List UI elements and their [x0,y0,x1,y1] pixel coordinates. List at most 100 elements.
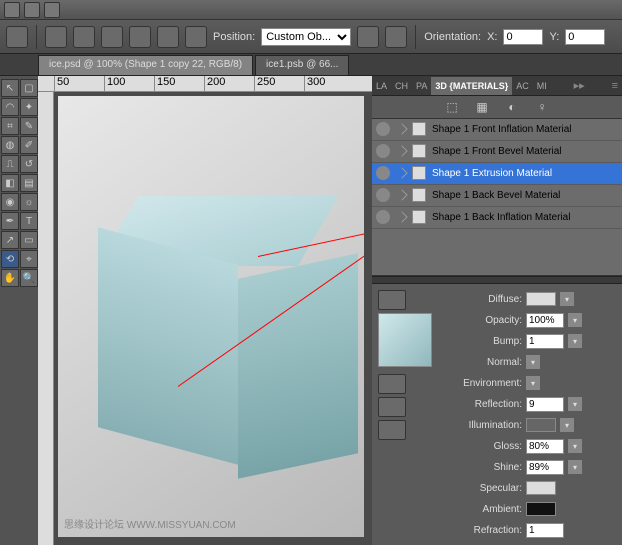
tab-actions[interactable]: AC [512,77,533,95]
material-name: Shape 1 Back Inflation Material [432,212,570,223]
texture-menu-icon[interactable]: ▾ [568,334,582,348]
material-picker-icon[interactable] [378,290,406,310]
tab-layers[interactable]: LA [372,77,391,95]
y-input[interactable] [565,29,605,45]
expand-icon[interactable] [396,124,407,135]
shine-label: Shine: [444,462,522,473]
bump-input[interactable] [526,334,564,349]
marquee-tool[interactable]: ▢ [20,79,38,97]
slide-icon[interactable] [157,26,179,48]
bump-label: Bump: [444,336,522,347]
move-tool[interactable]: ↖ [1,79,19,97]
tab-channels[interactable]: CH [391,77,412,95]
material-drop-icon[interactable] [378,374,406,394]
healing-tool[interactable]: ◍ [1,136,19,154]
blur-tool[interactable]: ◉ [1,193,19,211]
3d-rotate-tool[interactable]: ⟲ [1,250,19,268]
zoom-tool[interactable]: 🔍 [20,269,38,287]
texture-menu-icon[interactable]: ▾ [526,355,540,369]
3d-object-icon[interactable] [6,26,28,48]
texture-menu-icon[interactable]: ▾ [568,397,582,411]
roll-icon[interactable] [101,26,123,48]
illumination-swatch[interactable] [526,418,556,432]
home-icon[interactable] [45,26,67,48]
gloss-input[interactable] [526,439,564,454]
visibility-icon[interactable] [376,188,390,202]
illumination-label: Illumination: [444,420,522,431]
dodge-tool[interactable]: ☼ [20,193,38,211]
tab-ice-psd[interactable]: ice.psd @ 100% (Shape 1 copy 22, RGB/8) [38,55,253,75]
pen-tool[interactable]: ✒ [1,212,19,230]
material-properties: Diffuse:▾ Opacity:▾ Bump:▾ Normal:▾ Envi… [372,284,622,545]
light-filter-icon[interactable]: ♀ [534,99,550,115]
panel-menu-icon[interactable]: ≡ [608,80,622,92]
x-input[interactable] [503,29,543,45]
visibility-icon[interactable] [376,166,390,180]
diffuse-swatch[interactable] [526,292,556,306]
texture-menu-icon[interactable]: ▾ [526,376,540,390]
app-icon[interactable] [4,2,20,18]
texture-menu-icon[interactable]: ▾ [560,418,574,432]
gloss-label: Gloss: [444,441,522,452]
rotate-icon[interactable] [73,26,95,48]
position-dropdown[interactable]: Custom Ob... [261,28,351,46]
scale-icon[interactable] [185,26,207,48]
expand-icon[interactable] [396,190,407,201]
visibility-icon[interactable] [376,122,390,136]
tab-ice1-psb[interactable]: ice1.psb @ 66... [255,55,349,75]
shine-input[interactable] [526,460,564,475]
eraser-tool[interactable]: ◧ [1,174,19,192]
scene-filter-icon[interactable]: ⬚ [444,99,460,115]
save-icon[interactable] [357,26,379,48]
material-row[interactable]: Shape 1 Back Bevel Material [372,185,622,207]
opacity-label: Opacity: [444,315,522,326]
ambient-swatch[interactable] [526,502,556,516]
reflection-input[interactable] [526,397,564,412]
stamp-tool[interactable]: ⎍ [1,155,19,173]
material-load-icon[interactable] [378,397,406,417]
eyedropper-tool[interactable]: ✎ [20,117,38,135]
panel-overflow-icon[interactable]: ▸▸ [570,79,589,92]
hand-tool[interactable]: ✋ [1,269,19,287]
3d-camera-tool[interactable]: ⌖ [20,250,38,268]
material-row[interactable]: Shape 1 Front Inflation Material [372,119,622,141]
material-row[interactable]: Shape 1 Back Inflation Material [372,207,622,229]
pan-icon[interactable] [129,26,151,48]
material-select-icon[interactable] [378,420,406,440]
tab-3d-materials[interactable]: 3D {MATERIALS} [431,77,512,95]
texture-menu-icon[interactable]: ▾ [568,460,582,474]
material-filter-icon[interactable]: ◐ [504,99,520,115]
visibility-icon[interactable] [376,144,390,158]
gradient-tool[interactable]: ▤ [20,174,38,192]
path-tool[interactable]: ↗ [1,231,19,249]
canvas[interactable]: 思缘设计论坛 WWW.MISSYUAN.COM [58,96,364,537]
expand-icon[interactable] [396,146,407,157]
crop-tool[interactable]: ⌗ [1,117,19,135]
lasso-tool[interactable]: ◠ [1,98,19,116]
normal-label: Normal: [444,357,522,368]
opacity-input[interactable] [526,313,564,328]
texture-menu-icon[interactable]: ▾ [560,292,574,306]
delete-icon[interactable] [385,26,407,48]
visibility-icon[interactable] [376,210,390,224]
type-tool[interactable]: T [20,212,38,230]
brush-tool[interactable]: ✐ [20,136,38,154]
expand-icon[interactable] [396,212,407,223]
texture-menu-icon[interactable]: ▾ [568,439,582,453]
refraction-input[interactable] [526,523,564,538]
texture-menu-icon[interactable]: ▾ [568,313,582,327]
bridge-icon[interactable] [24,2,40,18]
tab-paths[interactable]: PA [412,77,431,95]
material-row[interactable]: Shape 1 Front Bevel Material [372,141,622,163]
mesh-filter-icon[interactable]: ▦ [474,99,490,115]
material-row[interactable]: Shape 1 Extrusion Material [372,163,622,185]
material-preview[interactable] [378,313,432,367]
expand-icon[interactable] [396,168,407,179]
wand-tool[interactable]: ✦ [20,98,38,116]
panel-divider[interactable] [372,276,622,284]
shape-tool[interactable]: ▭ [20,231,38,249]
history-brush-tool[interactable]: ↺ [20,155,38,173]
tab-mini[interactable]: MI [533,77,551,95]
specular-swatch[interactable] [526,481,556,495]
viewmode-icon[interactable] [44,2,60,18]
